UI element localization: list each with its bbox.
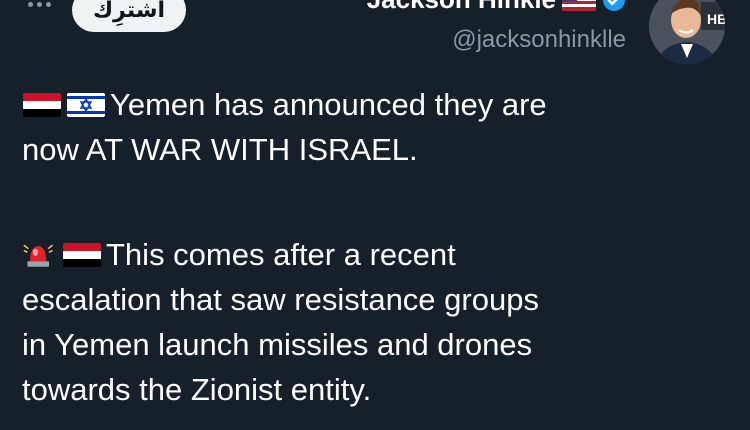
tweet-line: escalation that saw resistance groups <box>22 277 737 322</box>
tweet-line: towards the Zionist entity. <box>22 367 737 412</box>
tweet-text: This comes after a recent <box>106 237 456 272</box>
tweet-line: Yemen has announced they are <box>22 82 737 127</box>
tweet-text: in Yemen launch missiles and drones <box>22 327 533 362</box>
verified-badge-icon <box>603 0 625 11</box>
israel-flag-icon <box>67 92 105 117</box>
tweet-line: now AT WAR WITH ISRAEL. <box>22 127 737 172</box>
author-name-row: Jackson Hinkle <box>367 0 626 15</box>
more-options-icon[interactable] <box>28 0 52 16</box>
tweet-body: Yemen has announced they are now AT WAR … <box>22 82 737 412</box>
yemen-flag-icon <box>23 92 61 117</box>
svg-text:HB: HB <box>707 11 725 27</box>
tweet-line: This comes after a recent <box>22 232 737 277</box>
display-name[interactable]: Jackson Hinkle <box>367 0 556 15</box>
us-flag-icon <box>562 0 596 11</box>
tweet-text: now AT WAR WITH ISRAEL. <box>22 132 418 167</box>
tweet-text: towards the Zionist entity. <box>22 372 372 407</box>
police-light-icon <box>23 244 54 267</box>
follow-button[interactable]: اشترِك <box>72 0 186 32</box>
tweet-text: escalation that saw resistance groups <box>22 282 539 317</box>
tweet-line: in Yemen launch missiles and drones <box>22 322 737 367</box>
tweet-text: Yemen has announced they are <box>110 87 547 122</box>
profile-avatar[interactable]: HB <box>649 0 725 64</box>
user-handle[interactable]: @jacksonhinklle <box>452 26 626 54</box>
yemen-flag-icon <box>63 242 101 267</box>
